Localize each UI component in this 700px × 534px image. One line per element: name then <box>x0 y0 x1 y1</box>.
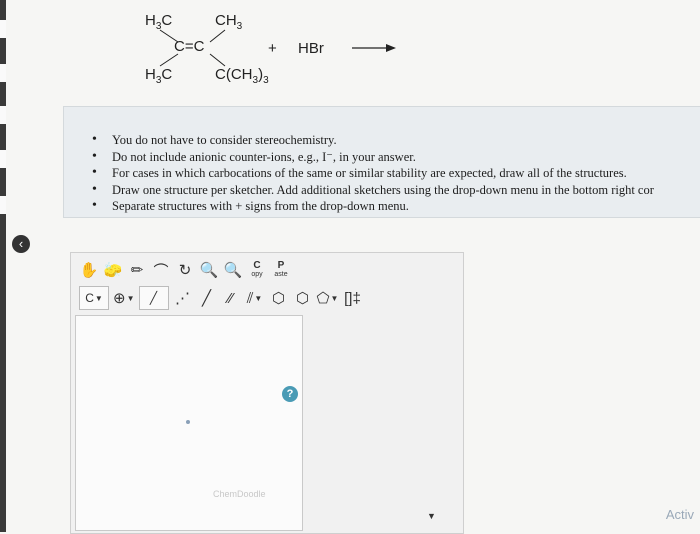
instruction-item: Do not include anionic counter-ions, e.g… <box>92 149 654 166</box>
zoom-out-icon[interactable]: 🔍 <box>223 259 243 281</box>
plus-sign: + <box>268 40 277 57</box>
instruction-item: For cases in which carbocations of the s… <box>92 165 654 182</box>
chevron-down-icon: ▼ <box>330 293 339 303</box>
chemdoodle-watermark: ChemDoodle <box>213 489 266 499</box>
reagent-hbr: HBr <box>298 40 324 57</box>
atom-select-button[interactable]: C ▼ <box>79 286 109 310</box>
reaction-scheme: H3C CH3 C=C H3C C(CH3)3 + HBr <box>0 0 700 100</box>
sketcher-toolbar-bottom: C ▼ ⊕ ▼ ╱ ⋰ ╱ ⁄⁄ ⫽ ▼ ⬡ ⬡ ⬠ ▼ []‡ <box>79 285 362 311</box>
reaction-arrow-head <box>386 44 396 52</box>
pencil-icon[interactable]: ✏ <box>127 259 147 281</box>
paste-sub: aste <box>274 271 288 278</box>
double-bond-label: C=C <box>174 38 205 55</box>
sketcher-dropdown[interactable]: ▼ <box>427 511 436 521</box>
copy-label: C <box>253 260 261 271</box>
methyl-bottom-left: H3C <box>145 66 173 86</box>
paste-button[interactable]: P aste <box>271 259 291 281</box>
charge-plus-icon: ⊕ <box>113 290 126 307</box>
instruction-item: Draw one structure per sketcher. Add add… <box>92 182 654 199</box>
triple-bond-button[interactable]: ⫽ ▼ <box>245 287 265 309</box>
edge-notch <box>0 196 6 214</box>
help-icon[interactable]: ? <box>282 386 298 402</box>
paste-label: P <box>277 260 285 271</box>
methyl-top-right: CH3 <box>215 12 243 32</box>
chevron-down-icon: ▼ <box>254 293 263 303</box>
instruction-item: You do not have to consider stereochemis… <box>92 132 654 149</box>
cyclopentane-icon: ⬠ <box>316 290 330 307</box>
instructions-list: You do not have to consider stereochemis… <box>92 132 654 215</box>
bond-line <box>209 53 226 67</box>
copy-sub: opy <box>251 271 263 278</box>
double-bond-icon[interactable]: ⁄⁄ <box>221 287 241 309</box>
copy-button[interactable]: C opy <box>247 259 267 281</box>
benzene-icon[interactable]: ⬡ <box>293 287 313 309</box>
chem-sketcher: ✋ 🧽 ✏ ⌒ ↻ 🔍 🔍 C opy P aste C ▼ ⊕ ▼ ╱ ⋰ ╱… <box>70 252 464 534</box>
activate-watermark: Activ <box>665 507 694 522</box>
instructions-box: You do not have to consider stereochemis… <box>63 106 700 218</box>
collapse-chevron-icon[interactable]: ‹ <box>12 235 30 253</box>
eraser-icon[interactable]: 🧽 <box>103 259 123 281</box>
zoom-in-icon[interactable]: 🔍 <box>199 259 219 281</box>
charge-button[interactable]: ⊕ ▼ <box>113 287 135 309</box>
rotate-icon[interactable]: ↻ <box>175 259 195 281</box>
ring-select-button[interactable]: ⬠ ▼ <box>317 287 339 309</box>
edge-notch <box>0 150 6 168</box>
methyl-top-left: H3C <box>145 12 173 32</box>
bond-line <box>159 53 179 67</box>
instruction-item: Separate structures with + signs from th… <box>92 198 654 215</box>
edge-notch <box>0 106 6 124</box>
bracket-tool[interactable]: []‡ <box>342 287 362 309</box>
single-bond-button[interactable]: ╱ <box>138 286 169 310</box>
lasso-icon[interactable]: ⌒ <box>151 259 171 281</box>
triple-bond-icon: ⫽ <box>246 289 254 307</box>
dashed-bond-icon[interactable]: ⋰ <box>173 287 193 309</box>
reaction-bonds <box>159 29 396 67</box>
chevron-down-icon: ▼ <box>94 293 103 303</box>
tert-butyl: C(CH3)3 <box>215 66 269 86</box>
hand-icon[interactable]: ✋ <box>79 259 99 281</box>
wedge-bond-icon[interactable]: ╱ <box>197 287 217 309</box>
chevron-down-icon: ▼ <box>126 293 135 303</box>
canvas-dot <box>186 420 190 424</box>
atom-label: C <box>85 291 94 305</box>
drawing-canvas[interactable]: ? <box>75 315 303 531</box>
cyclohexane-icon[interactable]: ⬡ <box>269 287 289 309</box>
sketcher-toolbar-top: ✋ 🧽 ✏ ⌒ ↻ 🔍 🔍 C opy P aste <box>79 257 291 283</box>
